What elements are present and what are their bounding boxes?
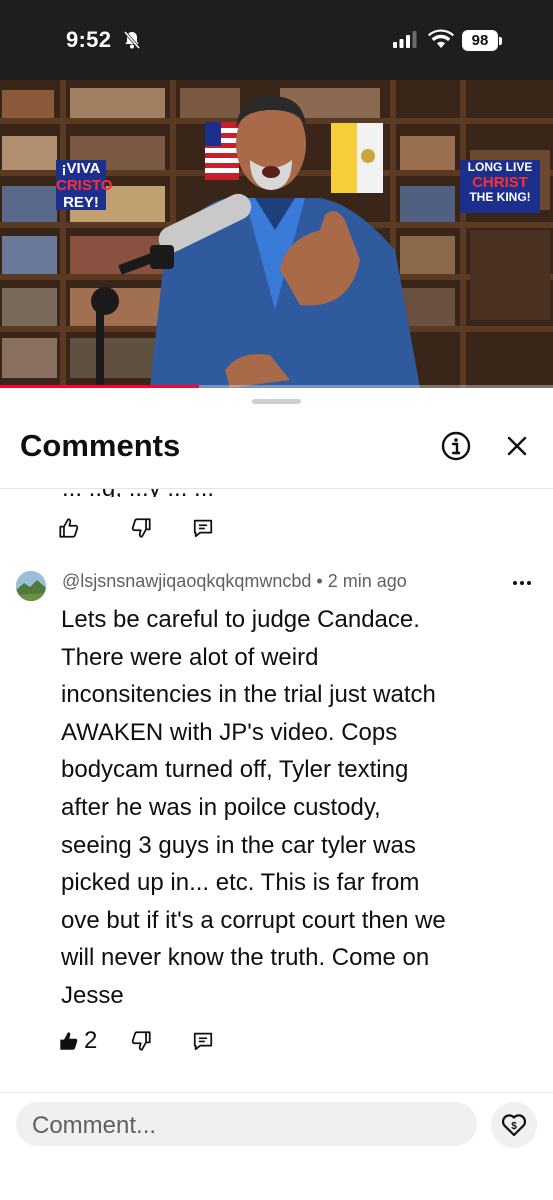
previous-comment-actions [58,513,258,543]
heart-dollar-icon: $ [501,1114,527,1137]
status-bar: 9:52 98 [0,0,553,80]
like-button[interactable]: 2 [58,1026,97,1056]
video-frame [0,80,553,388]
cellular-signal-icon [393,31,417,48]
comment-input-placeholder: Comment... [32,1112,157,1139]
comments-sheet: Comments ... ..g, ...y ... ... [0,388,553,1200]
comment-text: Lets be careful to judge Candace. There … [61,601,535,1015]
dislike-button[interactable] [130,513,152,543]
previous-comment-text: ... ..g, ...y ... ... [0,489,553,497]
video-player[interactable]: ¡VIVA CRISTO REY! LONG LIVE CHRIST THE K… [0,80,553,388]
meta-separator: • [316,571,323,591]
comment-line: bodycam turned off, Tyler texting [61,756,409,784]
banner-long-live-christ: LONG LIVE CHRIST THE KING! [460,160,540,213]
thumbs-up-icon [59,518,79,538]
comment-line: picked up in... etc. This is far from [61,869,420,897]
comment-line: ove but if it's a corrupt court then we [61,906,446,934]
avatar[interactable] [16,571,46,601]
comment-line: inconsitencies in the trial just watch [61,681,436,709]
reply-icon [193,1032,213,1051]
comments-title: Comments [20,428,181,463]
banner-left-line-3: REY! [63,194,99,211]
comment-actions: 2 [58,1026,258,1056]
more-options-icon[interactable] [512,578,532,588]
footer-divider [0,1092,553,1093]
comment-line: Jesse [61,981,124,1009]
banner-right-line-2: CHRIST [472,174,528,191]
dislike-button[interactable] [130,1026,152,1056]
comment-line: after he was in poilce custody, [61,793,381,821]
comment-time: 2 min ago [327,571,407,591]
status-time: 9:52 [66,27,112,52]
thumbs-down-icon [131,1031,151,1051]
previous-comment-partial: ... ..g, ...y ... ... [62,489,214,497]
comment-line: Lets be careful to judge Candace. [61,606,420,633]
sheet-drag-handle[interactable] [252,399,301,404]
reply-button[interactable] [192,1026,214,1056]
comment-line: seeing 3 guys in the car tyler was [61,831,416,859]
super-thanks-button[interactable]: $ [491,1102,537,1148]
banner-left-line-2: CRISTO [56,177,113,194]
banner-right-line-1: LONG LIVE [467,160,533,174]
comment-author[interactable]: @lsjsnsnawjiqaoqkqkqmwncbd [62,571,311,591]
battery-cap [499,37,502,45]
reply-button[interactable] [192,513,214,543]
bell-off-icon [123,31,141,49]
comment-line: will never know the truth. Come on [61,944,430,972]
svg-text:$: $ [511,1121,517,1132]
reply-icon [193,519,213,538]
banner-right-line-3: THE KING! [469,190,531,204]
battery-level: 98 [471,32,489,49]
like-count: 2 [84,1027,98,1054]
thumbs-down-icon [131,518,151,538]
thumbs-up-filled-icon [60,1032,78,1050]
close-icon[interactable] [503,432,531,460]
comment-meta: @lsjsnsnawjiqaoqkqkqmwncbd • 2 min ago [62,571,407,592]
info-icon[interactable] [440,430,472,462]
comment-line: There were alot of weird [61,643,319,671]
avatar-image [16,571,46,601]
banner-left-line-1: ¡VIVA [61,160,101,177]
like-button[interactable] [58,513,80,543]
banner-viva-cristo-rey: ¡VIVA CRISTO REY! [56,160,113,211]
comment-input[interactable]: Comment... [16,1102,477,1146]
wifi-icon [428,29,454,48]
battery-indicator: 98 [462,30,498,51]
comment-line: AWAKEN with JP's video. Cops [61,718,398,746]
